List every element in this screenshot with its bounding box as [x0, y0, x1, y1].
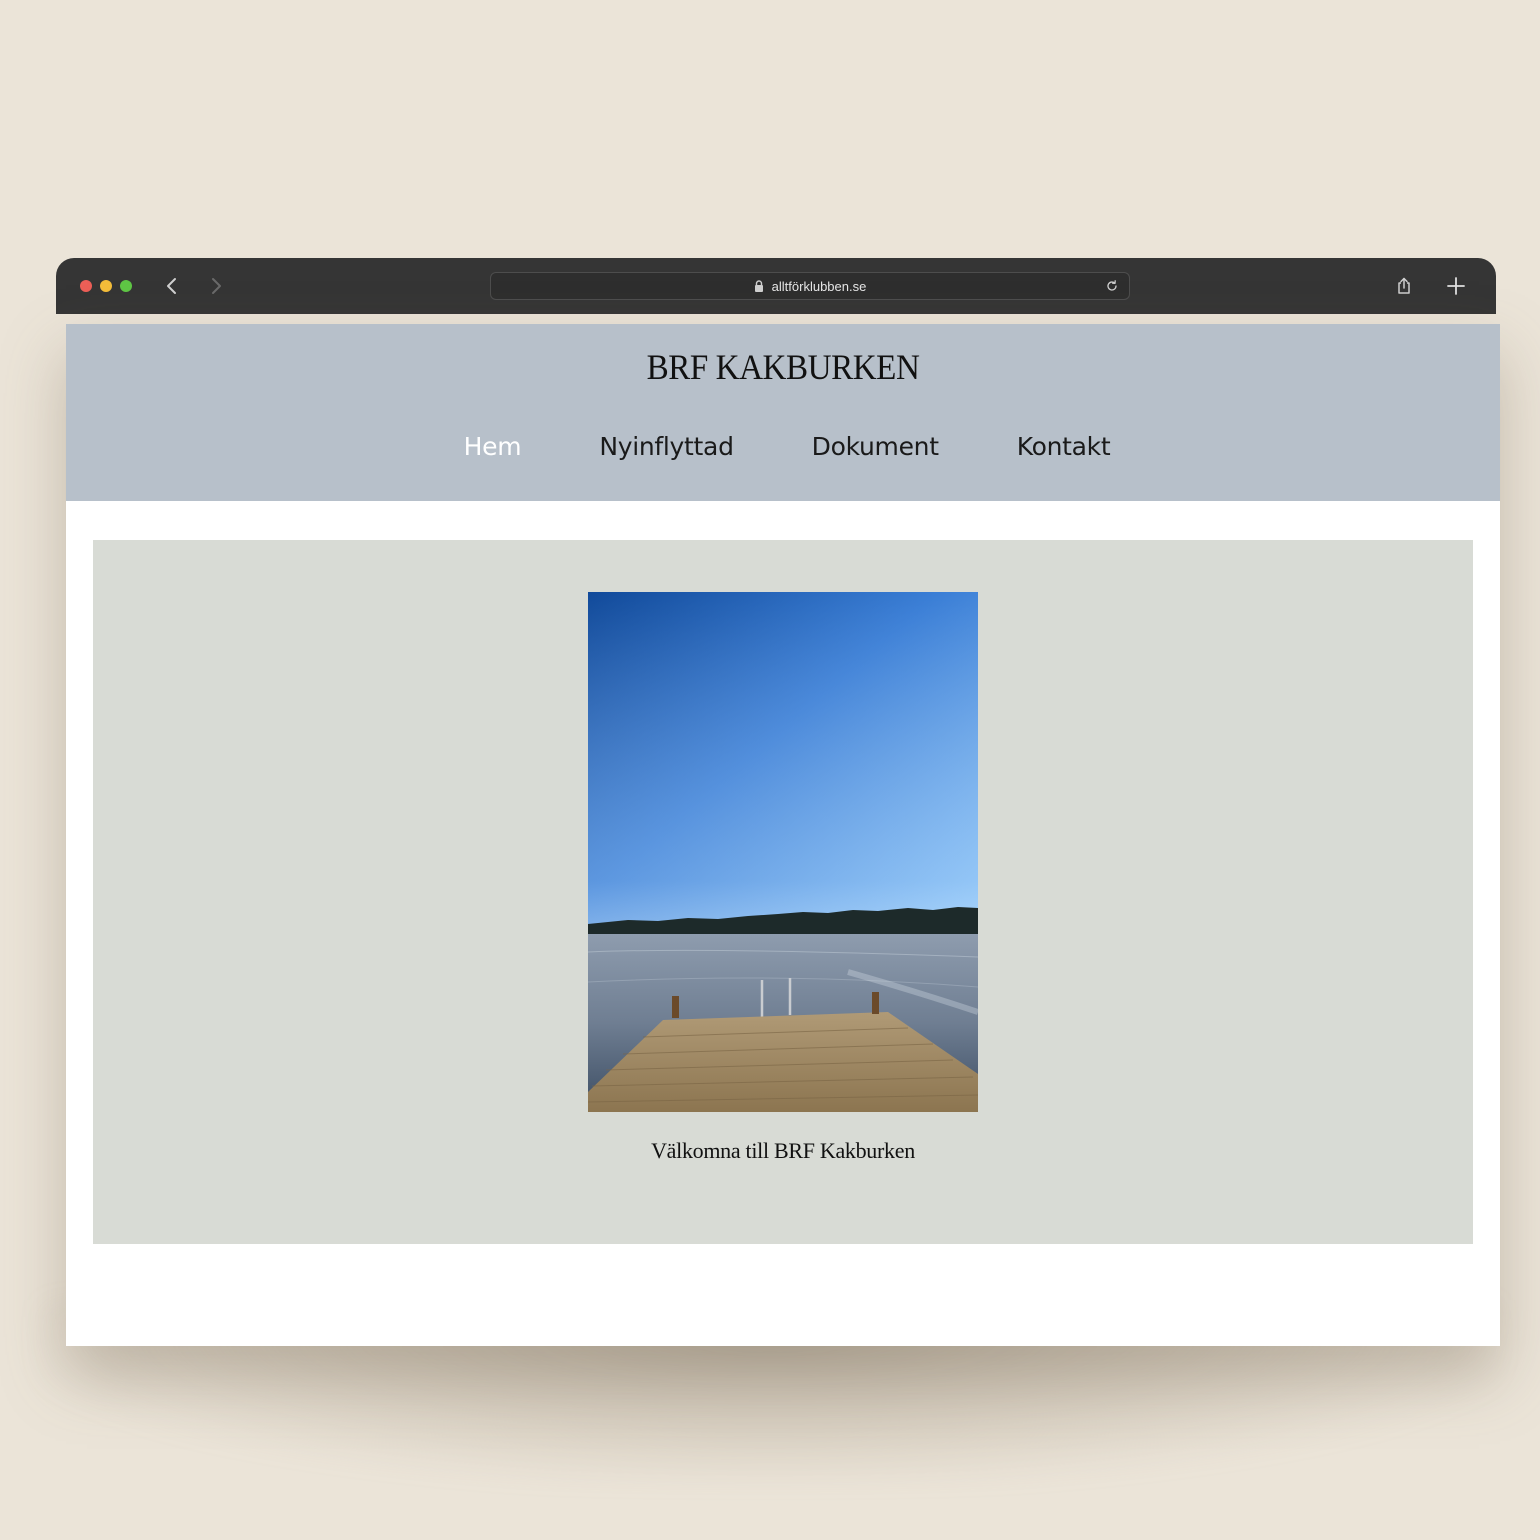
forward-arrow-icon[interactable]	[206, 276, 226, 296]
address-bar[interactable]: alltförklubben.se	[490, 272, 1130, 300]
welcome-caption: Välkomna till BRF Kakburken	[651, 1138, 915, 1163]
lock-icon	[754, 280, 763, 292]
minimize-window-button[interactable]	[100, 280, 112, 292]
nav-item-kontakt[interactable]: Kontakt	[1017, 432, 1111, 461]
zoom-window-button[interactable]	[120, 280, 132, 292]
url-text: alltförklubben.se	[771, 278, 867, 294]
web-page: BRF KAKBURKEN Hem Nyinflyttad Dokument K…	[66, 324, 1500, 1346]
new-tab-icon[interactable]	[1446, 276, 1466, 296]
site-header: BRF KAKBURKEN Hem Nyinflyttad Dokument K…	[66, 324, 1500, 501]
hero-photo-jetty	[588, 592, 978, 1112]
browser-toolbar: alltförklubben.se	[56, 258, 1496, 314]
nav-item-hem[interactable]: Hem	[464, 432, 522, 461]
share-icon[interactable]	[1394, 276, 1414, 296]
reload-icon[interactable]	[1105, 279, 1119, 293]
nav-item-dokument[interactable]: Dokument	[812, 432, 939, 461]
main-navigation: Hem Nyinflyttad Dokument Kontakt	[66, 432, 1500, 461]
close-window-button[interactable]	[80, 280, 92, 292]
back-arrow-icon[interactable]	[162, 276, 182, 296]
nav-item-nyinflyttad[interactable]: Nyinflyttad	[599, 432, 734, 461]
site-title[interactable]: BRF KAKBURKEN	[123, 346, 1442, 388]
hero-section: Välkomna till BRF Kakburken	[93, 540, 1473, 1244]
